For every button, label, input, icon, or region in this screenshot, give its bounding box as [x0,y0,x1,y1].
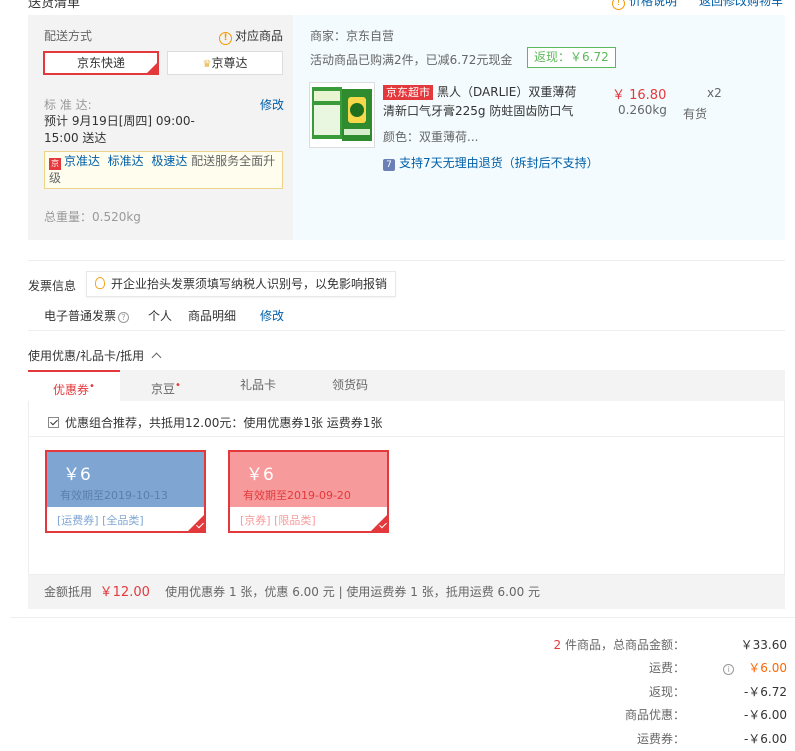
shipping-method-label: 配送方式 [44,29,93,43]
freight-coupon-amount: -￥6.00 [743,732,787,746]
coupon-card[interactable]: ￥6 有效期至2019-09-20 [京券] [限品类] [228,450,389,533]
divider [10,617,795,618]
coupon-tabs: 优惠券• 京豆• 礼品卡 领货码 [28,370,785,401]
total-weight: 总重量：0.520kg [44,210,141,224]
lightbulb-icon [95,277,105,289]
section-title: 送货清单 [28,0,81,11]
price-note-link[interactable]: ! 价格说明 [590,0,677,10]
freight-amount: ￥6.00 [748,661,787,675]
warning-icon: ! [219,32,232,45]
summary-amount: ￥12.00 [99,585,150,600]
promo-link-jisuda[interactable]: 极速达 [151,154,187,168]
coupon-expiry: 有效期至2019-09-20 [243,489,351,502]
summary-detail: 使用优惠券 1 张，优惠 6.00 元 | 使用运费券 1 张，抵用运费 6.0… [165,585,541,599]
jd-express-option[interactable]: 京东快递 [43,51,159,75]
invoice-type: 电子普通发票? [44,307,130,324]
tab-gift-card[interactable]: 礼品卡 [212,370,304,401]
coupon-amount: ￥6 [246,465,274,485]
divider [28,330,785,331]
recommend-checkbox[interactable] [48,417,59,428]
refund-policy[interactable]: 7 支持7天无理由退货（拆封后不支持） [383,154,599,171]
recommend-combo[interactable]: 优惠组合推荐，共抵用12.00元：使用优惠券1张 运费券1张 [48,414,382,431]
divider [28,260,785,261]
product-title-block[interactable]: 京东超市 黑人（DARLIE）双重薄荷 清新口气牙膏225g 防蛀固齿防口气 [383,83,576,121]
activity-text: 活动商品已购满2件，已减6.72元现金 [310,53,513,67]
tab-coupons[interactable]: 优惠券• [28,370,120,401]
product-price: ￥ 16.80 [612,88,667,103]
modify-invoice-link[interactable]: 修改 [260,307,284,324]
product-image[interactable] [309,82,375,148]
rebate-badge: 返现：￥6.72 [527,47,616,68]
invoice-label: 发票信息 [28,279,77,293]
invoice-title-type: 个人 [148,309,173,323]
coupon-amount: ￥6 [63,465,91,485]
stock-status: 有货 [683,107,708,121]
back-to-cart-link[interactable]: 返回修改购物车 [699,0,783,8]
product-title-line2: 清新口气牙膏225g 防蛀固齿防口气 [383,104,574,118]
product-quantity: x2 [707,86,722,100]
coupon-expiry: 有效期至2019-10-13 [60,489,168,502]
invoice-tip: 开企业抬头发票须填写纳税人识别号，以免影响报销 [86,271,397,297]
tab-jd-beans[interactable]: 京豆• [120,370,212,401]
rebate-amount: -￥6.72 [743,685,787,699]
discount-amount: -￥6.00 [743,708,787,722]
info-icon: ! [611,0,625,10]
jd-supermarket-tag: 京东超市 [383,85,433,100]
promo-link-biaozhunda[interactable]: 标准达 [108,154,144,168]
item-count: 2 [553,638,562,652]
discount-row: 商品优惠： -￥6.00 [0,705,795,725]
header-links: ! 价格说明 返回修改购物车 [568,0,783,10]
help-icon[interactable]: ? [118,312,130,323]
info-icon[interactable]: i [723,664,735,675]
divider [29,436,784,437]
goods-amount: ￥33.60 [740,638,787,652]
jd-zunda-option[interactable]: ♛京尊达 [167,51,283,75]
coupon-summary: 金额抵用 ￥12.00 使用优惠券 1 张，优惠 6.00 元 | 使用运费券 … [28,575,785,609]
freight-row: 运费： i ￥6.00 [648,661,787,675]
freight-coupon-row: 运费券： -￥6.00 [0,729,795,749]
total-goods-row: 2 件商品，总商品金额： ￥33.60 [0,635,795,655]
modify-delivery-link[interactable]: 修改 [260,96,284,113]
delivery-schedule: 预计 9月19日[周四] 09:00- 15:00 送达 [44,114,195,145]
product-title-line1: 黑人（DARLIE）双重薄荷 [437,85,577,99]
coupon-card[interactable]: ￥6 有效期至2019-10-13 [运费券] [全品类] [45,450,206,533]
jd-logo-icon: 京 [49,158,61,170]
rebate-row: 返现： -￥6.72 [0,682,795,702]
promo-link-jingzhunda[interactable]: 京准达 [64,154,100,168]
standard-delivery-label: 标 准 达: [44,98,92,112]
coupon-section-toggle[interactable]: 使用优惠/礼品卡/抵用 [28,347,162,364]
tab-redeem-code[interactable]: 领货码 [304,370,396,401]
product-color: 颜色：双重薄荷... [383,130,479,144]
matching-goods-link[interactable]: ! 对应商品 [219,27,283,45]
merchant-label: 商家：京东自营 [310,29,395,43]
refund-icon: 7 [383,159,395,171]
toothpaste-image [310,83,374,147]
coupon-tags: [运费券] [全品类] [57,514,144,527]
delivery-upgrade-promo: 京京准达 标准达 极速达 配送服务全面升级 [44,151,283,189]
coupon-tags: [京券] [限品类] [240,514,316,527]
product-weight: 0.260kg [618,103,667,117]
invoice-content: 商品明细 [188,309,237,323]
chevron-up-icon [151,352,162,363]
